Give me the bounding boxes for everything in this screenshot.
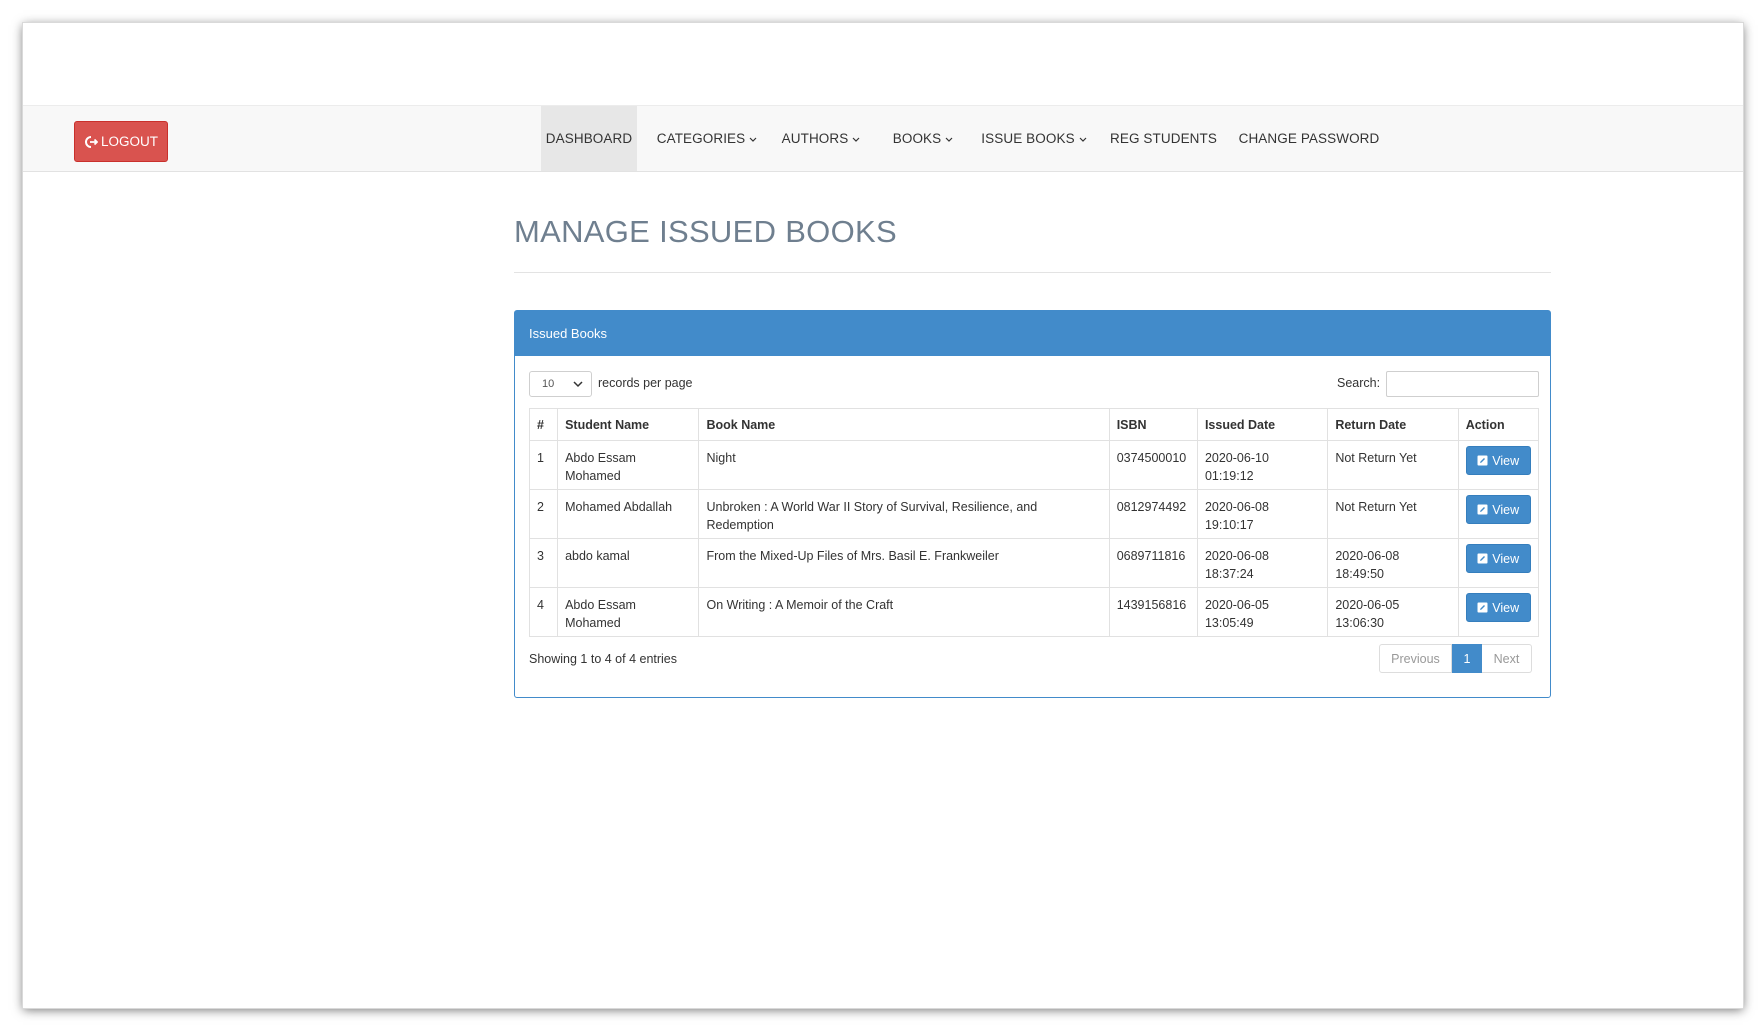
issued-date: 2020-06-08 18:37:24 <box>1196 538 1329 588</box>
issued-books-table: # Student Name Book Name ISBN Issued Dat… <box>528 408 1540 637</box>
search-input[interactable] <box>1386 371 1539 397</box>
sign-out-icon <box>84 135 98 149</box>
edit-icon <box>1477 455 1488 466</box>
issued-books-panel: Issued Books 10 records per page Search:… <box>514 310 1551 698</box>
nav-change-password[interactable]: CHANGE PASSWORD <box>1238 106 1380 171</box>
records-per-page-select[interactable]: 10 <box>529 371 592 397</box>
student-name: abdo kamal <box>557 538 700 588</box>
column-header-isbn[interactable]: ISBN <box>1108 408 1198 441</box>
column-header-issued-date[interactable]: Issued Date <box>1196 408 1329 441</box>
edit-icon <box>1477 553 1488 564</box>
issued-date: 2020-06-10 01:19:12 <box>1196 440 1329 490</box>
view-button[interactable]: View <box>1465 593 1531 622</box>
column-header-action[interactable]: Action <box>1457 408 1540 441</box>
row-number: 4 <box>528 587 559 637</box>
isbn: 0374500010 <box>1108 440 1198 490</box>
chevron-down-icon <box>749 131 757 146</box>
column-header-number[interactable]: # <box>528 408 559 441</box>
isbn: 0812974492 <box>1108 489 1198 539</box>
title-divider <box>514 272 1551 273</box>
navbar: LOGOUT DASHBOARD CATEGORIES AUTHORS BOOK… <box>23 105 1743 172</box>
nav-label: DASHBOARD <box>545 131 633 146</box>
book-name: From the Mixed-Up Files of Mrs. Basil E.… <box>698 538 1110 588</box>
table-header-row: # Student Name Book Name ISBN Issued Dat… <box>528 408 1540 441</box>
logout-button[interactable]: LOGOUT <box>74 121 168 162</box>
panel-heading: Issued Books <box>515 311 1550 356</box>
book-name: Night <box>698 440 1110 490</box>
table-row: 2 Mohamed Abdallah Unbroken : A World Wa… <box>528 489 1540 539</box>
student-name: Mohamed Abdallah <box>557 489 700 539</box>
view-button[interactable]: View <box>1465 495 1531 524</box>
nav-label: ISSUE BOOKS <box>981 131 1075 146</box>
isbn: 0689711816 <box>1108 538 1198 588</box>
action-cell: View <box>1457 587 1540 637</box>
logout-label: LOGOUT <box>100 134 158 149</box>
nav-label: BOOKS <box>892 131 942 146</box>
pagination: Previous 1 Next <box>1379 644 1532 673</box>
view-button[interactable]: View <box>1465 544 1531 573</box>
student-name: Abdo Essam Mohamed <box>557 587 700 637</box>
view-label: View <box>1492 502 1520 517</box>
book-name: Unbroken : A World War II Story of Survi… <box>698 489 1110 539</box>
chevron-down-icon <box>1079 131 1087 146</box>
nav-label: AUTHORS <box>781 131 849 146</box>
nav-label: REG STUDENTS <box>1110 131 1217 146</box>
return-date: 2020-06-08 18:49:50 <box>1327 538 1459 588</box>
column-header-return-date[interactable]: Return Date <box>1327 408 1459 441</box>
action-cell: View <box>1457 538 1540 588</box>
table-row: 4 Abdo Essam Mohamed On Writing : A Memo… <box>528 587 1540 637</box>
view-label: View <box>1492 551 1520 566</box>
edit-icon <box>1477 504 1488 515</box>
nav-label: CHANGE PASSWORD <box>1238 131 1380 146</box>
table-row: 3 abdo kamal From the Mixed-Up Files of … <box>528 538 1540 588</box>
action-cell: View <box>1457 440 1540 490</box>
isbn: 1439156816 <box>1108 587 1198 637</box>
row-number: 1 <box>528 440 559 490</box>
nav-label: CATEGORIES <box>656 131 746 146</box>
row-number: 3 <box>528 538 559 588</box>
chevron-down-icon <box>573 381 583 388</box>
column-header-book-name[interactable]: Book Name <box>698 408 1110 441</box>
table-row: 1 Abdo Essam Mohamed Night 0374500010 20… <box>528 440 1540 490</box>
nav-categories[interactable]: CATEGORIES <box>657 106 757 171</box>
action-cell: View <box>1457 489 1540 539</box>
nav-books[interactable]: BOOKS <box>888 106 958 171</box>
view-label: View <box>1492 600 1520 615</box>
edit-icon <box>1477 602 1488 613</box>
return-date: Not Return Yet <box>1327 489 1459 539</box>
nav-reg-students[interactable]: REG STUDENTS <box>1108 106 1219 171</box>
records-per-page-value: 10 <box>542 378 555 390</box>
nav-authors[interactable]: AUTHORS <box>778 106 864 171</box>
column-header-student-name[interactable]: Student Name <box>557 408 700 441</box>
chevron-down-icon <box>852 131 860 146</box>
records-per-page-label: records per page <box>598 376 693 390</box>
student-name: Abdo Essam Mohamed <box>557 440 700 490</box>
nav-issue-books[interactable]: ISSUE BOOKS <box>980 106 1088 171</box>
browser-frame: LOGOUT DASHBOARD CATEGORIES AUTHORS BOOK… <box>23 23 1743 1008</box>
view-label: View <box>1492 453 1520 468</box>
table-info: Showing 1 to 4 of 4 entries <box>529 652 678 666</box>
page-1-button[interactable]: 1 <box>1452 644 1482 673</box>
issued-date: 2020-06-08 19:10:17 <box>1196 489 1329 539</box>
search-label: Search: <box>1337 376 1381 390</box>
issued-date: 2020-06-05 13:05:49 <box>1196 587 1329 637</box>
return-date: 2020-06-05 13:06:30 <box>1327 587 1459 637</box>
return-date: Not Return Yet <box>1327 440 1459 490</box>
previous-page-button[interactable]: Previous <box>1379 644 1452 673</box>
book-name: On Writing : A Memoir of the Craft <box>698 587 1110 637</box>
next-page-button[interactable]: Next <box>1482 644 1532 673</box>
chevron-down-icon <box>945 131 953 146</box>
nav-dashboard[interactable]: DASHBOARD <box>541 106 637 171</box>
view-button[interactable]: View <box>1465 446 1531 475</box>
page-title: MANAGE ISSUED BOOKS <box>514 214 897 249</box>
row-number: 2 <box>528 489 559 539</box>
